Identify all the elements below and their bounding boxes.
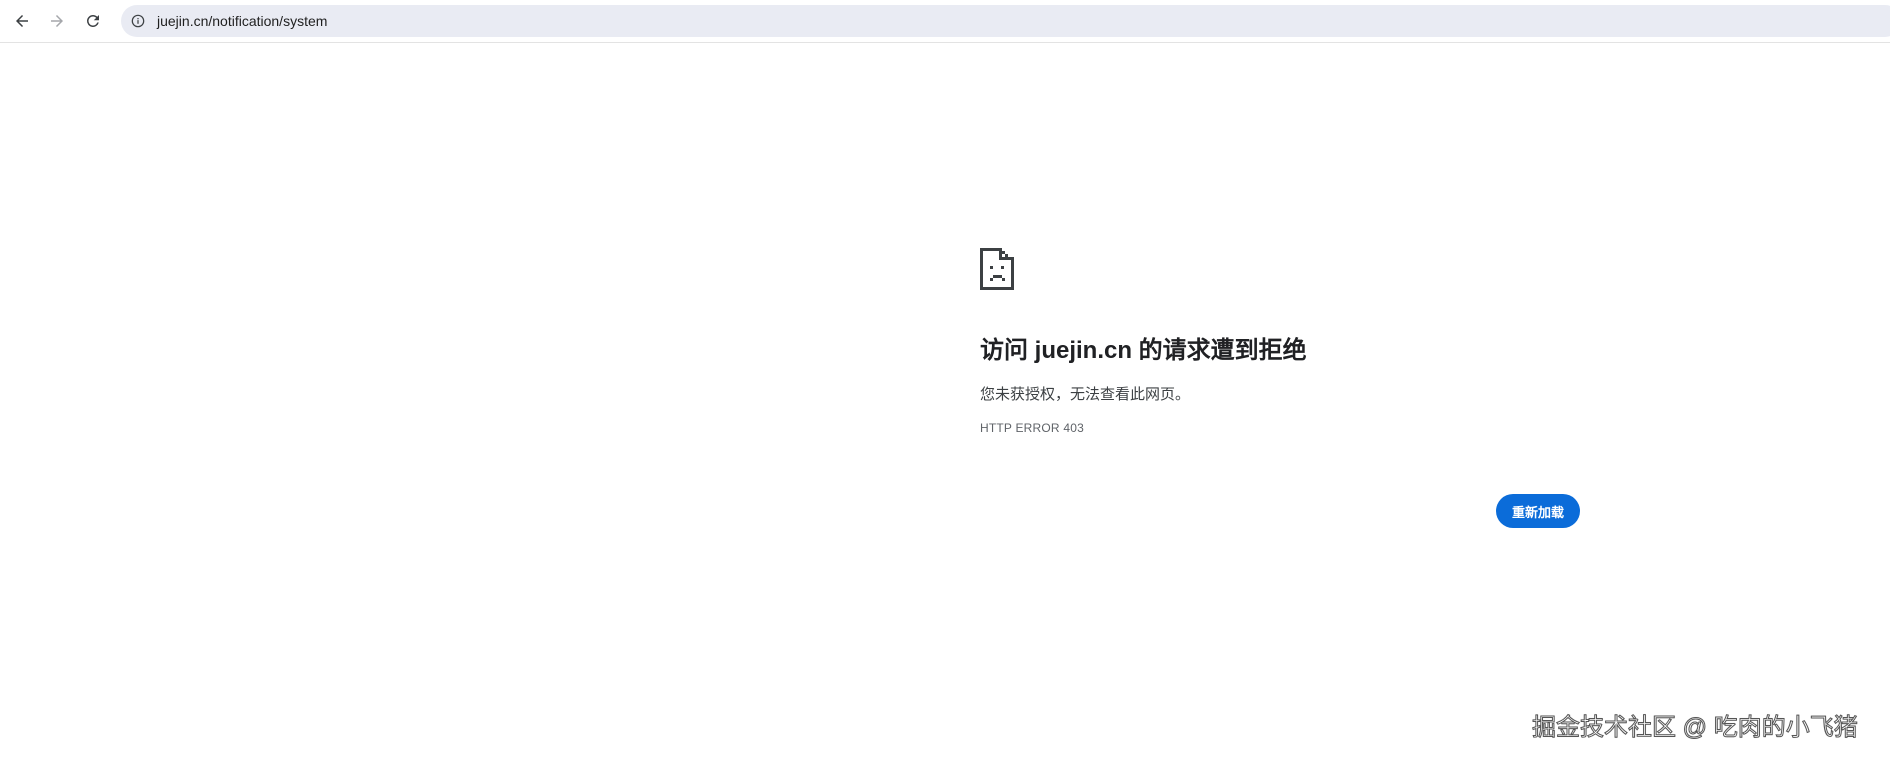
error-heading: 访问 juejin.cn 的请求遭到拒绝 [980,337,1307,364]
back-button[interactable] [6,5,38,37]
reload-toolbar-button[interactable] [77,5,109,37]
error-code: HTTP ERROR 403 [980,421,1084,435]
url-text[interactable]: juejin.cn/notification/system [157,12,327,30]
arrow-right-icon [51,15,63,27]
address-bar[interactable]: juejin.cn/notification/system [121,5,1890,37]
reload-button[interactable]: 重新加载 [1496,494,1580,528]
watermark-text: 掘金技术社区 @ 吃肉的小飞猪 [1532,714,1859,742]
sad-document-icon [980,248,1014,290]
forward-button[interactable] [41,5,73,37]
reload-icon [86,14,99,27]
info-circle-icon[interactable] [130,13,146,29]
arrow-left-icon [16,15,28,27]
browser-toolbar: juejin.cn/notification/system [0,0,1890,43]
error-description: 您未获授权，无法查看此网页。 [980,386,1191,403]
